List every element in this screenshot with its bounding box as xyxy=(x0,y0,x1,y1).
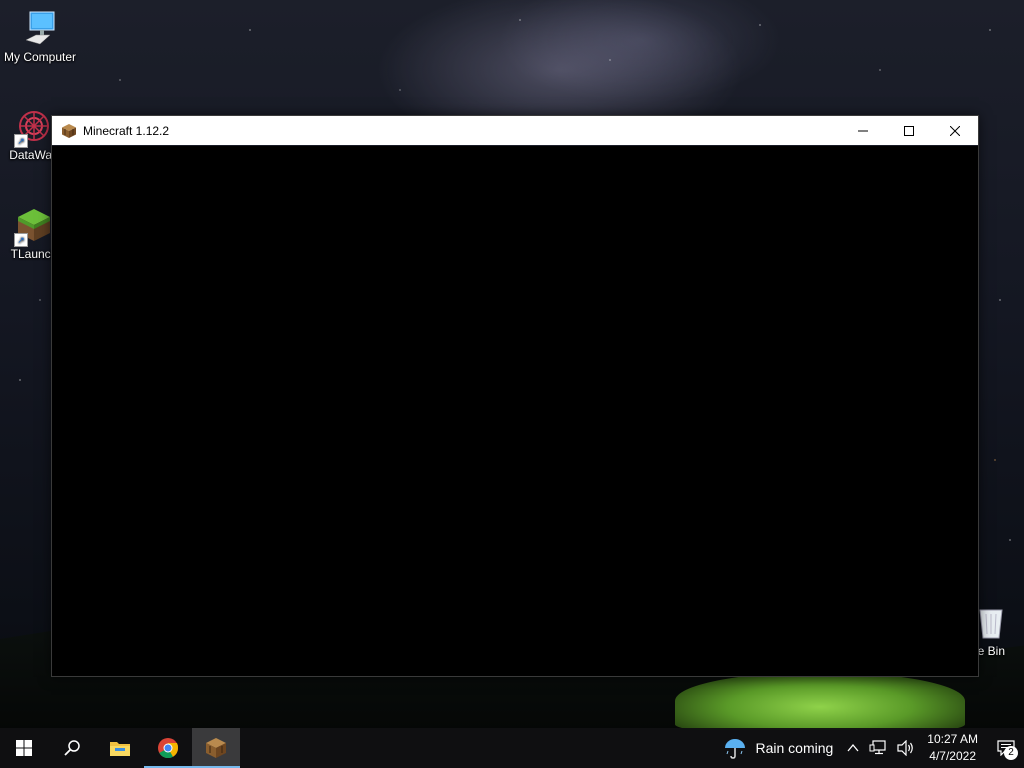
taskbar-chrome[interactable] xyxy=(144,728,192,768)
clock-date: 4/7/2022 xyxy=(929,749,976,763)
tray-icons xyxy=(847,740,915,756)
maximize-button[interactable] xyxy=(886,116,932,145)
monitor-icon xyxy=(22,10,58,46)
crafting-table-icon xyxy=(61,123,77,139)
chevron-up-icon[interactable] xyxy=(847,743,859,753)
taskbar-minecraft[interactable] xyxy=(192,728,240,768)
weather-widget[interactable]: Rain coming xyxy=(723,737,833,759)
search-button[interactable] xyxy=(48,728,96,768)
window-titlebar[interactable]: Minecraft 1.12.2 xyxy=(52,116,978,145)
shortcut-arrow-icon: ↗ xyxy=(14,233,28,247)
taskbar-file-explorer[interactable] xyxy=(96,728,144,768)
start-button[interactable] xyxy=(0,728,48,768)
umbrella-icon xyxy=(725,739,746,759)
grass-block-icon: ↗ xyxy=(14,207,52,247)
taskbar: Rain coming 10:27 AM 4/7/2022 2 xyxy=(0,728,1024,768)
search-icon xyxy=(64,740,80,756)
minimize-icon xyxy=(858,130,868,131)
game-canvas[interactable] xyxy=(52,146,978,676)
window-title: Minecraft 1.12.2 xyxy=(83,123,170,138)
folder-icon xyxy=(110,742,130,756)
network-icon[interactable] xyxy=(869,740,887,756)
volume-icon[interactable] xyxy=(897,740,915,756)
clock[interactable]: 10:27 AM 4/7/2022 xyxy=(927,731,978,765)
windows-logo-icon xyxy=(16,740,32,756)
glowing-tent xyxy=(675,672,965,730)
maximize-icon xyxy=(904,125,914,136)
window-controls xyxy=(840,116,978,145)
system-tray: Rain coming 10:27 AM 4/7/2022 2 xyxy=(723,728,1024,768)
notification-count-badge: 2 xyxy=(1004,746,1018,760)
minimize-button[interactable] xyxy=(840,116,886,145)
action-center-button[interactable]: 2 xyxy=(988,728,1024,768)
close-button[interactable] xyxy=(932,116,978,145)
weather-label: Rain coming xyxy=(755,740,834,756)
desktop-icon-my-computer[interactable]: My Computer xyxy=(0,10,80,64)
minecraft-window[interactable]: Minecraft 1.12.2 xyxy=(51,115,979,677)
close-icon xyxy=(950,125,960,136)
datawag-logo-icon: ↗ xyxy=(14,108,52,148)
chrome-icon xyxy=(158,738,179,759)
crafting-table-icon xyxy=(206,738,226,758)
desktop-icon-label: My Computer xyxy=(3,50,77,64)
clock-time: 10:27 AM xyxy=(927,732,978,746)
shortcut-arrow-icon: ↗ xyxy=(14,134,28,148)
